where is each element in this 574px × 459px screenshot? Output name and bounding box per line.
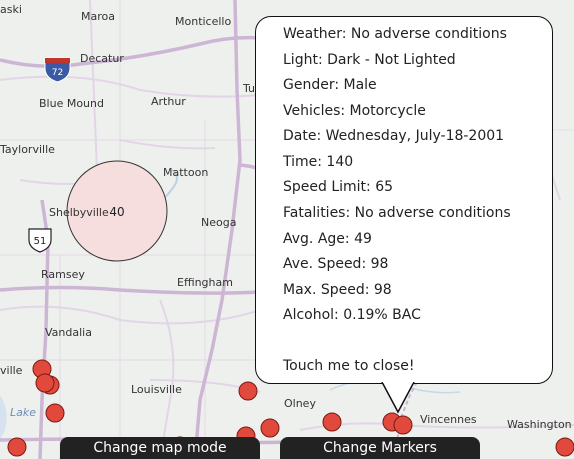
cluster-count: 40 — [109, 205, 124, 219]
popup-fatalities: Fatalities: No adverse conditions — [283, 205, 511, 221]
city-label-shelbyville: Shelbyville — [49, 206, 109, 219]
popup-date: Date: Wednesday, July-18-2001 — [283, 128, 505, 144]
city-label-louisville: Louisville — [131, 383, 182, 396]
crash-marker[interactable] — [7, 437, 27, 457]
city-label-aski: aski — [0, 3, 22, 16]
popup-alcohol: Alcohol: 0.19% BAC — [283, 307, 421, 323]
popup-weather: Weather: No adverse conditions — [283, 26, 507, 42]
crash-marker[interactable] — [322, 412, 342, 432]
popup-time: Time: 140 — [283, 154, 354, 170]
city-label-blue-mound: Blue Mound — [39, 97, 104, 110]
interstate-shield-label: 72 — [52, 68, 63, 78]
crash-marker[interactable] — [260, 418, 280, 438]
popup-ave-speed: Ave. Speed: 98 — [283, 256, 389, 272]
city-label-arthur: Arthur — [151, 95, 186, 108]
popup-gender: Gender: Male — [283, 77, 377, 93]
crash-marker[interactable] — [35, 373, 55, 393]
city-label-effingham: Effingham — [177, 276, 233, 289]
city-label-neoga: Neoga — [201, 216, 237, 229]
popup-vehicles: Vehicles: Motorcycle — [283, 103, 426, 119]
us-route-shield-label: 51 — [34, 236, 47, 247]
popup-avg-age: Avg. Age: 49 — [283, 231, 372, 247]
info-popup[interactable]: Weather: No adverse conditions Light: Da… — [255, 16, 553, 384]
popup-close-text[interactable]: Touch me to close! — [283, 358, 415, 374]
change-markers-button[interactable]: Change Markers — [280, 437, 480, 459]
crash-marker[interactable] — [238, 381, 258, 401]
city-label-tu: Tu — [243, 82, 256, 95]
popup-max-speed: Max. Speed: 98 — [283, 282, 392, 298]
city-label-maroa: Maroa — [81, 10, 115, 23]
popup-light: Light: Dark - Not Lighted — [283, 52, 456, 68]
popup-speed-limit: Speed Limit: 65 — [283, 179, 394, 195]
city-label-decatur: Decatur — [80, 52, 124, 65]
city-label-lake: Lake — [10, 406, 37, 419]
city-label-taylorville: Taylorville — [0, 143, 55, 156]
city-label-ville: ville — [0, 364, 23, 377]
crash-marker[interactable] — [393, 415, 413, 435]
city-label-washington: Washington — [507, 418, 572, 431]
popup-pointer — [381, 382, 415, 414]
crash-marker[interactable] — [45, 403, 65, 423]
city-label-ramsey: Ramsey — [41, 268, 85, 281]
change-map-mode-button[interactable]: Change map mode — [60, 437, 260, 459]
crash-marker[interactable] — [555, 437, 574, 457]
city-label-olney: Olney — [284, 397, 316, 410]
city-label-mattoon: Mattoon — [163, 166, 209, 179]
city-label-vandalia: Vandalia — [45, 326, 92, 339]
city-label-monticello: Monticello — [175, 15, 232, 28]
city-label-vincennes: Vincennes — [420, 413, 477, 426]
